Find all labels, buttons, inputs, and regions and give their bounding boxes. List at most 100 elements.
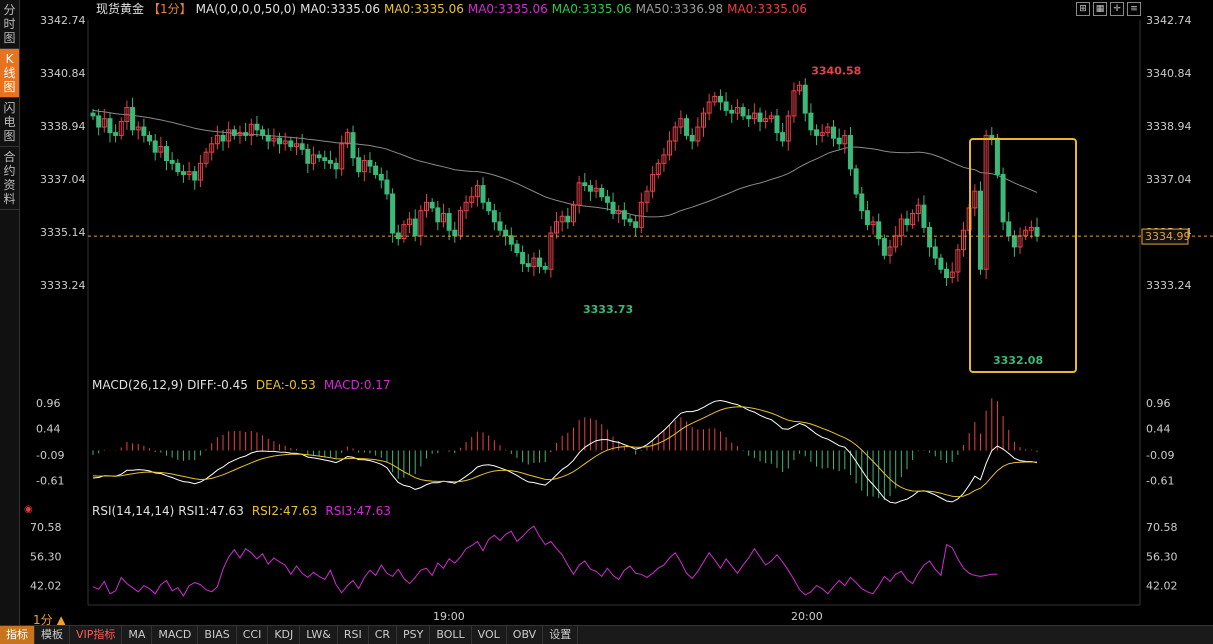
candle-body-157	[977, 190, 983, 270]
candle-body-50	[373, 165, 379, 175]
indicator-toolbar: 指标 模板 VIP指标 MA MACD BIAS CCI KDJ LW& RSI CR PSY BOLL…	[0, 625, 1213, 644]
crosshair-icon[interactable]: ✛	[1110, 2, 1124, 16]
candle-body-137	[864, 210, 870, 226]
rsi-tick-right-0: 70.58	[1146, 521, 1178, 534]
price-tick-left-3: 3337.04	[40, 173, 86, 186]
candle-body-7	[130, 107, 136, 131]
candle-body-76	[520, 252, 526, 265]
candle-body-148	[927, 226, 933, 248]
candle-body-37	[299, 143, 305, 150]
candle-body-128	[814, 129, 820, 136]
toolbar-item-12[interactable]: BOLL	[430, 626, 472, 644]
macd-dea: DEA:-0.53	[256, 378, 316, 392]
price-tick-left-4: 3335.14	[40, 226, 86, 239]
rsi-label: RSI(14,14,14)	[92, 504, 174, 518]
candle-body-147	[921, 204, 927, 228]
toolbar-item-9[interactable]: RSI	[338, 626, 369, 644]
toolbar-item-4[interactable]: MACD	[152, 626, 199, 644]
candle-body-77	[525, 263, 531, 267]
candle-body-3	[107, 118, 113, 134]
candle-body-74	[508, 235, 514, 245]
macd-tick-right-3: -0.61	[1146, 475, 1174, 488]
candle-body-121	[774, 115, 780, 134]
price-tick-left-2: 3338.94	[40, 120, 86, 133]
candle-body-118	[757, 112, 763, 122]
macd-value: MACD:0.17	[324, 378, 391, 392]
grid-icon[interactable]: ▦	[1093, 2, 1107, 16]
chart-canvas[interactable]: 3342.74 3342.74 3340.84 3340.84 3338.94 3338.…	[0, 0, 1213, 625]
rsi-line	[92, 525, 998, 597]
candle-body-10	[147, 134, 153, 142]
high-price-label: 3340.58	[811, 64, 861, 77]
toolbar-item-8[interactable]: LW&	[300, 626, 338, 644]
macd-header: MACD(26,12,9) DIFF:-0.45 DEA:-0.53 MACD:0.1…	[92, 378, 391, 392]
candle-body-73	[503, 229, 509, 237]
candle-body-16	[180, 171, 186, 175]
candle-body-144	[904, 218, 910, 226]
menu-icon[interactable]: ≡	[1127, 2, 1141, 16]
candle-body-47	[356, 157, 362, 173]
toolbar-item-15[interactable]: 设置	[543, 626, 579, 644]
candle-body-43	[333, 162, 339, 170]
candle-body-40	[316, 154, 322, 159]
candle-body-41	[322, 157, 328, 162]
candle-body-29	[254, 123, 260, 131]
candle-body-126	[802, 84, 808, 114]
chart-header: 现货黄金 【1分】 MA(0,0,0,0,50,0) MA0:3335.06 MA0:3…	[96, 1, 807, 16]
rsi-tick-left-0: 70.58	[30, 521, 62, 534]
candle-body-38	[305, 148, 311, 164]
candle-body-167	[1034, 226, 1040, 237]
toolbar-item-1[interactable]: 模板	[35, 626, 70, 644]
candle-body-111	[717, 95, 723, 103]
candle-body-96	[633, 221, 639, 228]
candle-body-11	[152, 140, 158, 153]
price-tick-right-3: 3337.04	[1146, 173, 1192, 186]
candle-body-91	[604, 196, 610, 203]
rsi-tick-left-1: 56.30	[30, 550, 62, 563]
price-tick-left-0: 3342.74	[40, 14, 86, 27]
candle-body-1	[96, 115, 102, 128]
instrument-title: 现货黄金	[96, 1, 144, 16]
tab-contract-info[interactable]: 合约资料	[0, 147, 19, 210]
candle-body-4	[113, 132, 119, 136]
candle-body-64	[452, 229, 458, 237]
ma-value-5: MA0:3335.06	[727, 2, 807, 16]
toolbar-item-5[interactable]: BIAS	[198, 626, 237, 644]
x-tick-0: 19:00	[433, 610, 465, 623]
toolbar-item-7[interactable]: KDJ	[268, 626, 301, 644]
candle-body-79	[537, 257, 543, 267]
macd-dif: DIFF:-0.45	[187, 378, 248, 392]
candle-body-9	[141, 126, 147, 136]
candle-body-53	[390, 193, 396, 234]
expand-icon[interactable]: ⊞	[1076, 2, 1090, 16]
tab-kline[interactable]: K线图	[0, 49, 19, 98]
toolbar-item-13[interactable]: VOL	[472, 626, 507, 644]
candle-body-94	[621, 210, 627, 220]
candle-body-105	[684, 118, 690, 136]
candle-body-14	[169, 160, 175, 164]
candle-body-159	[989, 134, 995, 139]
candle-body-69	[480, 185, 486, 203]
tab-flash[interactable]: 闪电图	[0, 98, 19, 147]
candle-body-149	[932, 246, 938, 259]
toolbar-item-2[interactable]: VIP指标	[70, 626, 123, 644]
candle-body-71	[491, 210, 497, 223]
settings-dot-icon[interactable]: ◉	[24, 504, 33, 515]
toolbar-item-3[interactable]: MA	[122, 626, 153, 644]
candle-body-31	[265, 134, 271, 142]
candle-body-42	[327, 160, 333, 164]
candle-body-80	[542, 265, 548, 270]
price-tick-left-5: 3333.24	[40, 279, 86, 292]
candle-body-49	[367, 160, 373, 167]
toolbar-item-11[interactable]: PSY	[397, 626, 431, 644]
toolbar-item-14[interactable]: OBV	[507, 626, 544, 644]
rsi3-value: RSI3:47.63	[325, 504, 391, 518]
window-icons: ⊞ ▦ ✛ ≡	[1076, 2, 1141, 16]
candle-body-136	[859, 193, 865, 212]
ma-value-0: MA0:3335.06	[300, 2, 380, 16]
toolbar-item-6[interactable]: CCI	[237, 626, 269, 644]
tab-time-share[interactable]: 分时图	[0, 0, 19, 49]
rsi-tick-left-2: 42.02	[30, 580, 62, 593]
toolbar-item-10[interactable]: CR	[369, 626, 398, 644]
toolbar-item-0[interactable]: 指标	[0, 626, 35, 644]
